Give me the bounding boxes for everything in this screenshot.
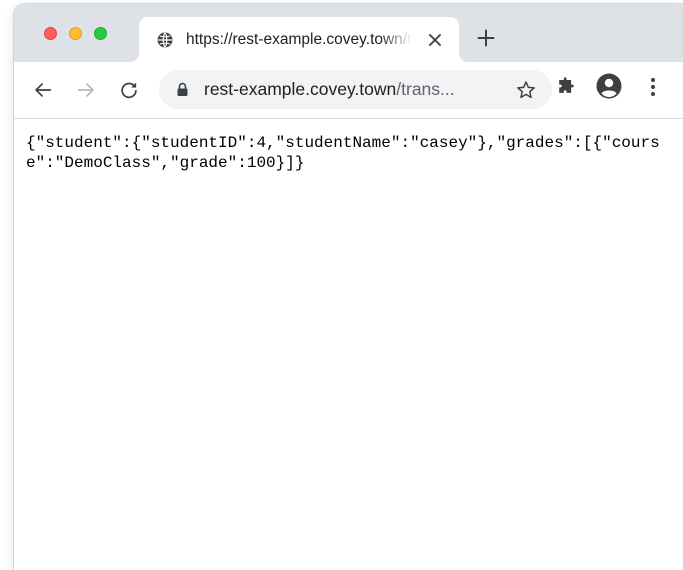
avatar-icon[interactable] <box>596 73 622 99</box>
browser-window: https://rest-example.covey.town/transcri… <box>14 4 683 570</box>
tab-active[interactable]: https://rest-example.covey.town/transcri… <box>139 17 459 62</box>
close-icon[interactable] <box>425 30 445 50</box>
back-button[interactable] <box>32 79 54 101</box>
forward-button[interactable] <box>75 79 97 101</box>
tab-strip: https://rest-example.covey.town/transcri… <box>14 4 683 62</box>
window-maximize-button[interactable] <box>94 27 107 40</box>
url-host: rest-example.covey.town <box>204 79 397 99</box>
json-response-text: {"student":{"studentID":4,"studentName":… <box>26 134 660 172</box>
address-bar[interactable]: rest-example.covey.town/trans... <box>159 70 552 109</box>
new-tab-button[interactable] <box>476 28 496 48</box>
reload-button[interactable] <box>118 79 140 101</box>
globe-icon <box>157 32 173 48</box>
star-outline-icon[interactable] <box>515 79 537 101</box>
lock-icon[interactable] <box>176 82 189 97</box>
url-text[interactable]: rest-example.covey.town/trans... <box>204 79 455 100</box>
url-path: /trans... <box>396 79 455 99</box>
page-content: {"student":{"studentID":4,"studentName":… <box>14 119 683 570</box>
window-minimize-button[interactable] <box>69 27 82 40</box>
tab-title: https://rest-example.covey.town/transcri… <box>186 31 412 48</box>
window-close-button[interactable] <box>44 27 57 40</box>
toolbar: rest-example.covey.town/trans... <box>14 62 683 119</box>
more-vert-icon[interactable] <box>643 76 663 98</box>
puzzle-icon[interactable] <box>556 75 578 97</box>
